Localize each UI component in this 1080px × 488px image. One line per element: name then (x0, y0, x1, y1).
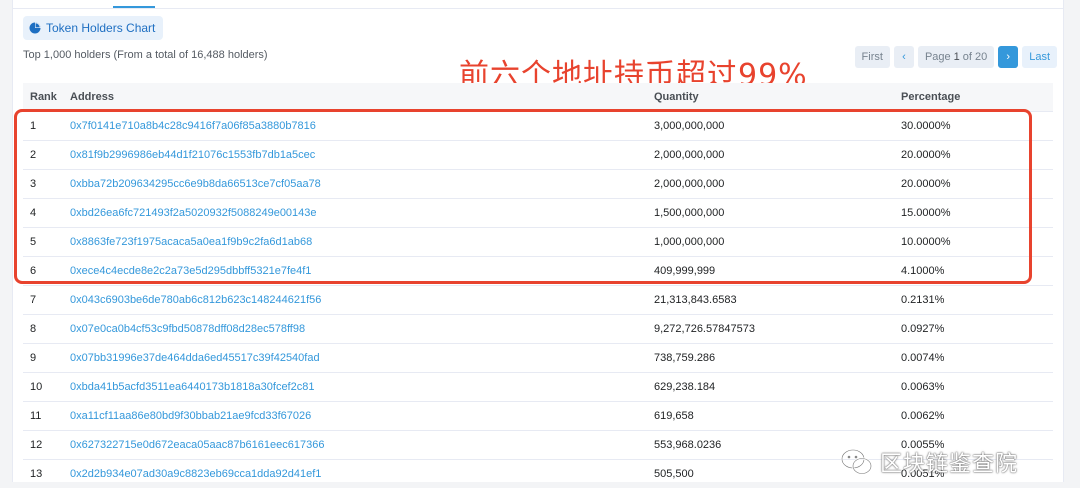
header-percentage: Percentage (901, 90, 961, 103)
percentage-cell: 10.0000% (901, 235, 951, 248)
quantity-cell: 619,658 (654, 409, 694, 422)
table-row: 5 0x8863fe723f1975acaca5a0ea1f9b9c2fa6d1… (23, 227, 1053, 256)
rank-cell: 2 (30, 148, 37, 161)
rank-cell: 11 (30, 409, 42, 422)
percentage-cell: 15.0000% (901, 206, 951, 219)
rank-cell: 9 (30, 351, 37, 364)
header-rank: Rank (30, 90, 57, 103)
table-row: 10 0xbda41b5acfd3511ea6440173b1818a30fce… (23, 372, 1053, 401)
quantity-cell: 2,000,000,000 (654, 177, 725, 190)
holders-summary: Top 1,000 holders (From a total of 16,48… (23, 49, 268, 61)
rank-cell: 3 (30, 177, 37, 190)
prev-page-button[interactable]: ‹ (893, 46, 914, 68)
tab-divider (13, 8, 1063, 9)
quantity-cell: 2,000,000,000 (654, 148, 725, 161)
rank-cell: 13 (30, 467, 43, 480)
percentage-cell: 0.0927% (901, 322, 945, 335)
chevron-left-icon: ‹ (902, 51, 906, 63)
page-current: 1 (953, 51, 960, 63)
percentage-cell: 0.2131% (901, 293, 945, 306)
page-prefix: Page (924, 51, 951, 63)
rank-cell: 10 (30, 380, 43, 393)
quantity-cell: 1,500,000,000 (654, 206, 725, 219)
address-link[interactable]: 0x043c6903be6de780ab6c812b623c148244621f… (70, 294, 321, 306)
last-page-button[interactable]: Last (1022, 46, 1057, 68)
rank-cell: 1 (30, 119, 37, 132)
address-link[interactable]: 0xbd26ea6fc721493f2a5020932f5088249e0014… (70, 207, 317, 219)
quantity-cell: 9,272,726.57847573 (654, 322, 755, 335)
address-link[interactable]: 0xbba72b209634295cc6e9b8da66513ce7cf05aa… (70, 178, 321, 190)
table-row: 7 0x043c6903be6de780ab6c812b623c14824462… (23, 285, 1053, 314)
watermark-text: 区块链鉴查院 (880, 451, 1019, 476)
address-link[interactable]: 0x81f9b2996986eb44d1f21076c1553fb7db1a5c… (70, 149, 315, 161)
next-page-button[interactable]: › (998, 46, 1019, 68)
quantity-cell: 629,238.184 (654, 380, 716, 393)
quantity-cell: 21,313,843.6583 (654, 293, 737, 306)
address-link[interactable]: 0x627322715e0d672eaca05aac87b6161eec6173… (70, 439, 324, 451)
header-address: Address (70, 90, 115, 103)
wechat-icon (841, 449, 872, 475)
percentage-cell: 20.0000% (901, 177, 951, 190)
pagination: First ‹ Page 1 of 20 › Last (854, 46, 1057, 68)
percentage-cell: 4.1000% (901, 264, 945, 277)
address-link[interactable]: 0x07e0ca0b4cf53c9fbd50878dff08d28ec578ff… (70, 323, 305, 335)
table-row: 4 0xbd26ea6fc721493f2a5020932f5088249e00… (23, 198, 1053, 227)
address-link[interactable]: 0x8863fe723f1975acaca5a0ea1f9b9c2fa6d1ab… (70, 236, 312, 248)
address-link[interactable]: 0x07bb31996e37de464dda6ed45517c39f42540f… (70, 352, 320, 364)
percentage-cell: 30.0000% (901, 119, 951, 132)
page-of: of (962, 51, 972, 63)
first-page-button[interactable]: First (854, 46, 890, 68)
percentage-cell: 0.0063% (901, 380, 945, 393)
table-row: 3 0xbba72b209634295cc6e9b8da66513ce7cf05… (23, 169, 1053, 198)
address-link[interactable]: 0xa11cf11aa86e80bd9f30bbab21ae9fcd33f670… (70, 410, 311, 422)
address-link[interactable]: 0x2d2b934e07ad30a9c8823eb69cca1dda92d41e… (70, 468, 321, 480)
token-holders-chart-button[interactable]: Token Holders Chart (23, 16, 164, 40)
table-row: 1 0x7f0141e710a8b4c28c9416f7a06f85a3880b… (23, 111, 1053, 140)
quantity-cell: 738,759.286 (654, 351, 716, 364)
table-row: 9 0x07bb31996e37de464dda6ed45517c39f4254… (23, 343, 1053, 372)
page-indicator: Page 1 of 20 (917, 46, 995, 68)
table-row: 11 0xa11cf11aa86e80bd9f30bbab21ae9fcd33f… (23, 401, 1053, 430)
address-link[interactable]: 0x7f0141e710a8b4c28c9416f7a06f85a3880b78… (70, 120, 316, 132)
token-holders-panel: Token Holders Chart Top 1,000 holders (F… (12, 0, 1064, 482)
active-tab-indicator (113, 6, 155, 8)
pie-chart-icon (29, 22, 41, 34)
percentage-cell: 20.0000% (901, 148, 951, 161)
quantity-cell: 409,999,999 (654, 264, 716, 277)
quantity-cell: 3,000,000,000 (654, 119, 725, 132)
page-total: 20 (974, 51, 988, 63)
table-row: 6 0xece4c4ecde8e2c2a73e5d295dbbff5321e7f… (23, 256, 1053, 285)
rank-cell: 7 (30, 293, 37, 306)
chart-button-label: Token Holders Chart (46, 21, 156, 35)
rank-cell: 4 (30, 206, 37, 219)
chevron-right-icon: › (1006, 51, 1011, 63)
table-header-row: Rank Address Quantity Percentage (23, 83, 1053, 111)
watermark: 区块链鉴查院 (840, 446, 1018, 478)
percentage-cell: 0.0062% (901, 409, 945, 422)
quantity-cell: 1,000,000,000 (654, 235, 725, 248)
rank-cell: 5 (30, 235, 37, 248)
header-quantity: Quantity (654, 90, 699, 103)
table-row: 2 0x81f9b2996986eb44d1f21076c1553fb7db1a… (23, 140, 1053, 169)
address-link[interactable]: 0xece4c4ecde8e2c2a73e5d295dbbff5321e7fe4… (70, 265, 311, 277)
address-link[interactable]: 0xbda41b5acfd3511ea6440173b1818a30fcef2c… (70, 381, 314, 393)
holders-table: Rank Address Quantity Percentage 1 0x7f0… (23, 83, 1053, 488)
percentage-cell: 0.0074% (901, 351, 945, 364)
rank-cell: 12 (30, 438, 43, 451)
rank-cell: 6 (30, 264, 37, 277)
table-row: 8 0x07e0ca0b4cf53c9fbd50878dff08d28ec578… (23, 314, 1053, 343)
rank-cell: 8 (30, 322, 37, 335)
